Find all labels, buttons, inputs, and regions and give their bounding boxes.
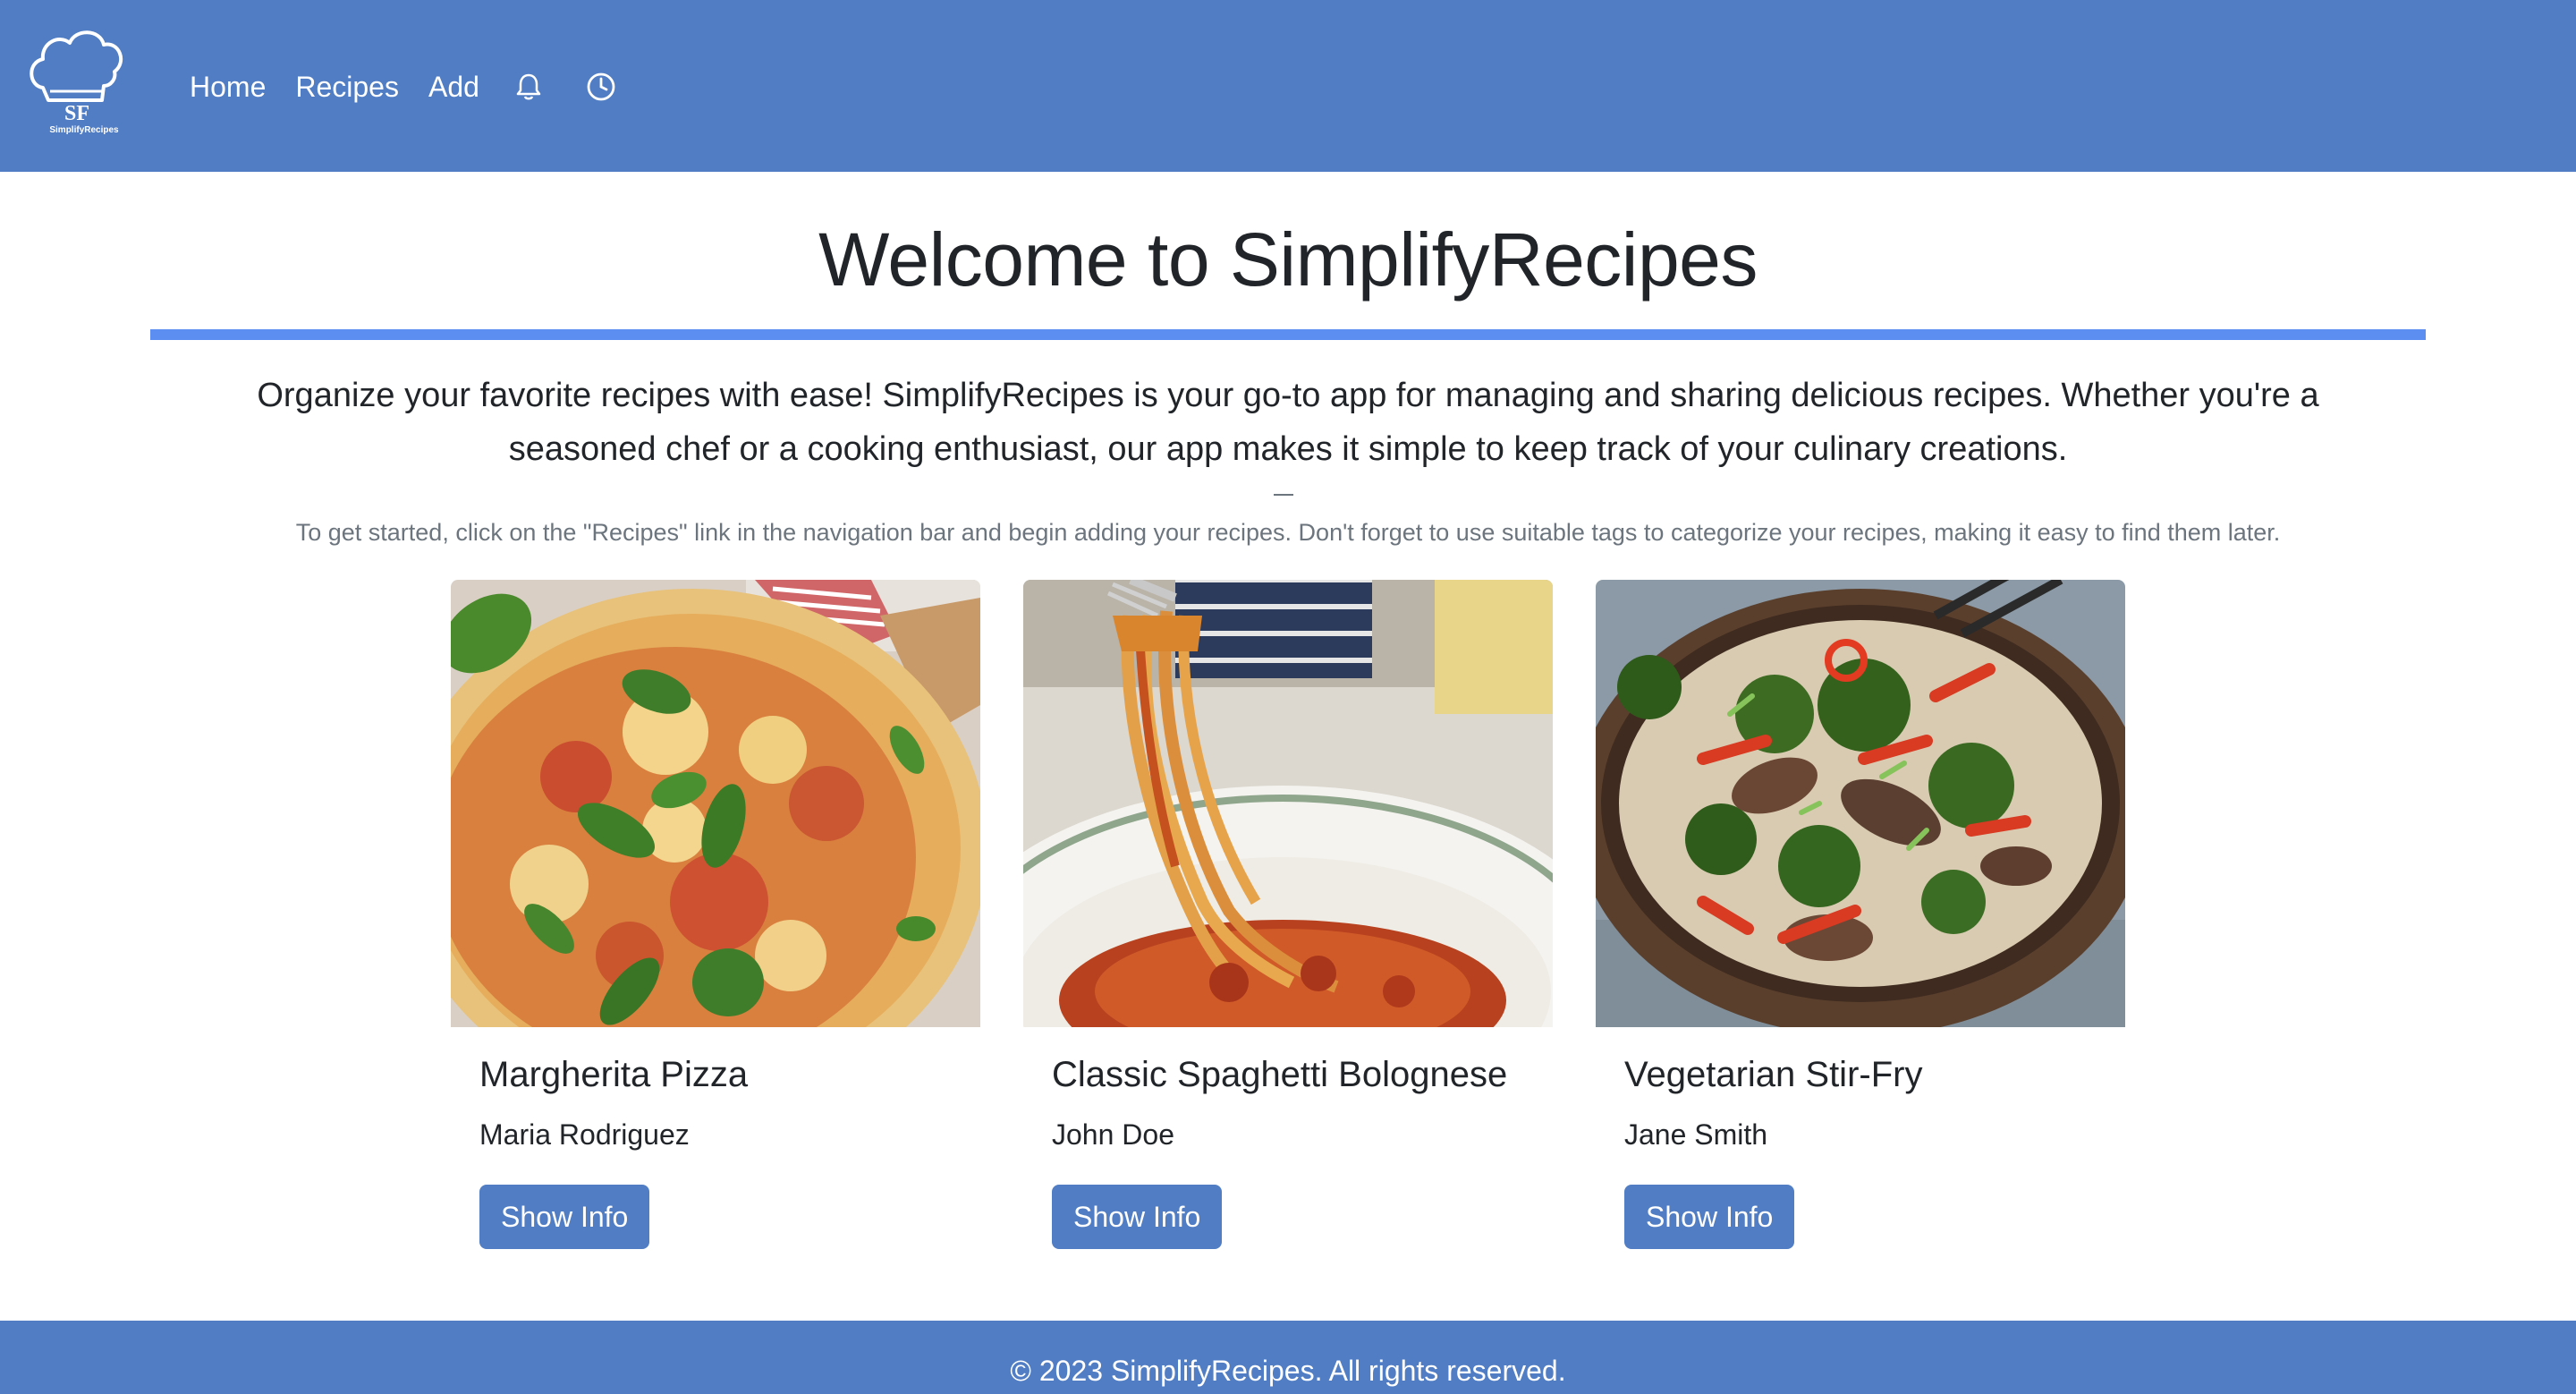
pizza-image: [451, 580, 980, 1027]
nav-add[interactable]: Add: [428, 64, 479, 109]
brand-logo[interactable]: SF SimplifyRecipes: [27, 23, 125, 140]
nav-recipes[interactable]: Recipes: [295, 64, 399, 109]
recipe-card: Vegetarian Stir-Fry Jane Smith Show Info: [1596, 580, 2125, 1249]
stir-fry-image: [1596, 580, 2125, 1027]
intro-text: Organize your favorite recipes with ease…: [197, 369, 2379, 476]
recipe-author: Jane Smith: [1624, 1118, 1768, 1151]
recipe-card: Classic Spaghetti Bolognese John Doe Sho…: [1023, 580, 1553, 1249]
title-divider: [150, 329, 2426, 340]
spaghetti-image: [1023, 580, 1553, 1027]
nav-links: Home Recipes Add: [190, 64, 654, 109]
page-title: Welcome to SimplifyRecipes: [818, 217, 1758, 302]
intro-line-2: seasoned chef or a cooking enthusiast, o…: [508, 430, 2068, 468]
show-info-button[interactable]: Show Info: [1052, 1185, 1223, 1249]
recipe-title: Classic Spaghetti Bolognese: [1052, 1055, 1508, 1094]
nav-home[interactable]: Home: [190, 64, 266, 109]
recipe-author: John Doe: [1052, 1118, 1174, 1151]
footer: © 2023 SimplifyRecipes. All rights reser…: [0, 1321, 2576, 1394]
intro-line-1: Organize your favorite recipes with ease…: [257, 377, 2319, 414]
show-info-button[interactable]: Show Info: [1624, 1185, 1795, 1249]
small-divider: [1274, 494, 1293, 496]
navbar: SF SimplifyRecipes Home Recipes Add: [0, 0, 2576, 172]
getting-started-hint: To get started, click on the "Recipes" l…: [295, 519, 2281, 546]
svg-text:SimplifyRecipes: SimplifyRecipes: [49, 125, 119, 135]
show-info-button[interactable]: Show Info: [479, 1185, 650, 1249]
chef-hat-icon: SF SimplifyRecipes: [30, 30, 123, 135]
recipe-card: Margherita Pizza Maria Rodriguez Show In…: [451, 580, 980, 1249]
copyright-text: © 2023 SimplifyRecipes. All rights reser…: [1010, 1355, 1566, 1387]
recipe-title: Margherita Pizza: [479, 1055, 749, 1094]
recipe-title: Vegetarian Stir-Fry: [1624, 1055, 1923, 1094]
svg-text:SF: SF: [64, 102, 89, 125]
bell-icon[interactable]: [513, 72, 544, 102]
recipe-author: Maria Rodriguez: [479, 1118, 690, 1151]
clock-icon[interactable]: [586, 72, 616, 102]
